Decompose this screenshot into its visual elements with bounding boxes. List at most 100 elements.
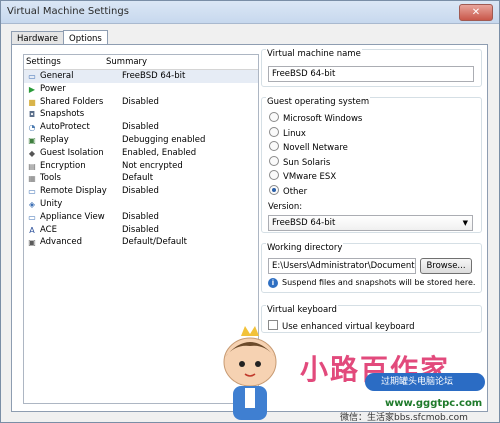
radio-label: Other <box>283 186 308 197</box>
setting-summary: Disabled <box>122 211 159 222</box>
setting-name: Replay <box>40 134 69 145</box>
setting-summary: Disabled <box>122 186 159 197</box>
version-select[interactable]: FreeBSD 64-bit ▼ <box>268 215 473 231</box>
working-directory-label: Working directory <box>266 243 344 253</box>
version-label: Version: <box>268 202 303 212</box>
radio-icon <box>269 141 279 151</box>
settings-list-header: Settings Summary <box>24 55 258 70</box>
virtual-keyboard-label: Virtual keyboard <box>266 305 338 315</box>
setting-name: Advanced <box>40 237 82 248</box>
radio-label: VMware ESX <box>283 172 337 182</box>
setting-name: Shared Folders <box>40 96 104 107</box>
clock-icon: ◔ <box>28 123 36 133</box>
setting-name: General <box>40 71 74 81</box>
settings-row-power[interactable]: ▶ Power <box>24 83 258 96</box>
enhanced-keyboard-label: Use enhanced virtual keyboard <box>282 322 415 332</box>
ace-icon: A <box>29 225 35 235</box>
settings-row-autoprotect[interactable]: ◔ AutoProtect Disabled <box>24 121 258 134</box>
tab-bar: Hardware Options <box>11 29 108 47</box>
folder-icon: ■ <box>28 97 36 107</box>
window-title: Virtual Machine Settings <box>7 6 129 17</box>
setting-name: Appliance View <box>40 211 105 222</box>
guest-os-radio-sun-solaris[interactable]: Sun Solaris <box>269 155 331 168</box>
settings-row-encryption[interactable]: ▤ Encryption Not encrypted <box>24 160 258 173</box>
setting-summary: FreeBSD 64-bit <box>122 71 186 81</box>
setting-summary: Not encrypted <box>122 160 183 171</box>
appliance-icon: ▭ <box>28 212 36 222</box>
watermark-caption: 微信：生活家bbs.sfcmob.com <box>340 413 468 423</box>
summary-column-header[interactable]: Summary <box>106 57 147 67</box>
guest-os-radio-novell-netware[interactable]: Novell Netware <box>269 141 348 153</box>
setting-summary: Default <box>122 173 154 184</box>
radio-label: Novell Netware <box>283 143 348 153</box>
mascot-image <box>223 326 277 420</box>
title-bar[interactable]: Virtual Machine Settings ✕ <box>1 1 499 24</box>
replay-icon: ▣ <box>28 135 36 145</box>
settings-row-appliance-view[interactable]: ▭ Appliance View Disabled <box>24 211 258 224</box>
advanced-icon: ▣ <box>28 238 36 248</box>
guest-os-label: Guest operating system <box>266 97 371 107</box>
guest-os-radio-vmware-esx[interactable]: VMware ESX <box>269 170 336 182</box>
watermark-forum-badge: 过期罐头电脑论坛 <box>365 373 485 391</box>
setting-name: ACE <box>40 224 57 235</box>
guest-os-radio-other[interactable]: Other <box>269 184 308 197</box>
setting-summary: Disabled <box>122 224 159 235</box>
close-button[interactable]: ✕ <box>459 4 493 21</box>
settings-row-unity[interactable]: ◈ Unity <box>24 198 258 211</box>
setting-name: AutoProtect <box>40 122 90 133</box>
power-icon: ▶ <box>28 84 36 94</box>
guest-os-group: Guest operating system Microsoft Windows… <box>261 97 482 233</box>
setting-name: Encryption <box>40 160 86 171</box>
working-directory-info: Suspend files and snapshots will be stor… <box>282 278 476 287</box>
setting-name: Unity <box>40 198 63 209</box>
watermark-site: www.gggtpc.com <box>385 398 483 409</box>
setting-summary: Enabled, Enabled <box>122 147 197 158</box>
settings-row-shared-folders[interactable]: ■ Shared Folders Disabled <box>24 96 258 109</box>
chevron-down-icon: ▼ <box>462 219 468 227</box>
radio-icon <box>269 170 279 180</box>
settings-row-general[interactable]: ▭ General FreeBSD 64-bit <box>24 70 258 83</box>
setting-name: Guest Isolation <box>40 147 104 158</box>
snapshot-icon: ◘ <box>28 110 36 120</box>
settings-row-tools[interactable]: ▦ Tools Default <box>24 172 258 185</box>
working-directory-input[interactable]: E:\Users\Administrator\Documents\Vir <box>268 258 416 274</box>
settings-row-remote-display[interactable]: ▭ Remote Display Disabled <box>24 185 258 198</box>
settings-row-guest-isolation[interactable]: ◆ Guest Isolation Enabled, Enabled <box>24 147 258 160</box>
info-icon: i <box>268 278 278 288</box>
browse-button[interactable]: Browse... <box>420 258 472 274</box>
settings-row-snapshots[interactable]: ◘ Snapshots <box>24 108 258 121</box>
settings-row-ace[interactable]: A ACE Disabled <box>24 224 258 237</box>
setting-summary: Debugging enabled <box>122 134 206 145</box>
guest-os-radio-microsoft-windows[interactable]: Microsoft Windows <box>269 112 362 124</box>
radio-icon <box>269 155 279 166</box>
setting-name: Remote Display <box>40 186 107 197</box>
radio-icon <box>269 112 279 122</box>
settings-column-header[interactable]: Settings <box>26 57 61 67</box>
settings-row-advanced[interactable]: ▣ Advanced Default/Default <box>24 236 258 249</box>
radio-label: Sun Solaris <box>283 157 331 168</box>
radio-icon <box>269 126 279 137</box>
setting-name: Snapshots <box>40 109 85 120</box>
unity-icon: ◈ <box>28 199 36 209</box>
version-select-value: FreeBSD 64-bit <box>272 218 336 228</box>
vm-name-label: Virtual machine name <box>266 49 362 59</box>
radio-label: Microsoft Windows <box>283 114 363 124</box>
setting-summary: Disabled <box>122 122 159 133</box>
setting-summary: Default/Default <box>122 237 187 248</box>
lock-icon: ▤ <box>28 161 36 171</box>
setting-summary: Disabled <box>122 96 159 107</box>
settings-rows: ▭ General FreeBSD 64-bit ▶ Power ■ Shared Fold… <box>24 70 258 249</box>
monitor-icon: ▭ <box>28 187 36 197</box>
tools-icon: ▦ <box>28 174 36 184</box>
settings-row-replay[interactable]: ▣ Replay Debugging enabled <box>24 134 258 147</box>
general-icon: ▭ <box>28 72 36 81</box>
vm-name-group: Virtual machine name FreeBSD 64-bit <box>261 49 482 87</box>
radio-label: Linux <box>283 128 306 139</box>
setting-name: Tools <box>40 173 61 184</box>
vm-name-input[interactable]: FreeBSD 64-bit <box>268 66 474 82</box>
setting-name: Power <box>40 83 66 94</box>
isolation-icon: ◆ <box>28 148 36 158</box>
guest-os-radio-linux[interactable]: Linux <box>269 126 306 139</box>
radio-icon <box>269 184 279 195</box>
working-directory-group: Working directory E:\Users\Administrator… <box>261 243 482 293</box>
